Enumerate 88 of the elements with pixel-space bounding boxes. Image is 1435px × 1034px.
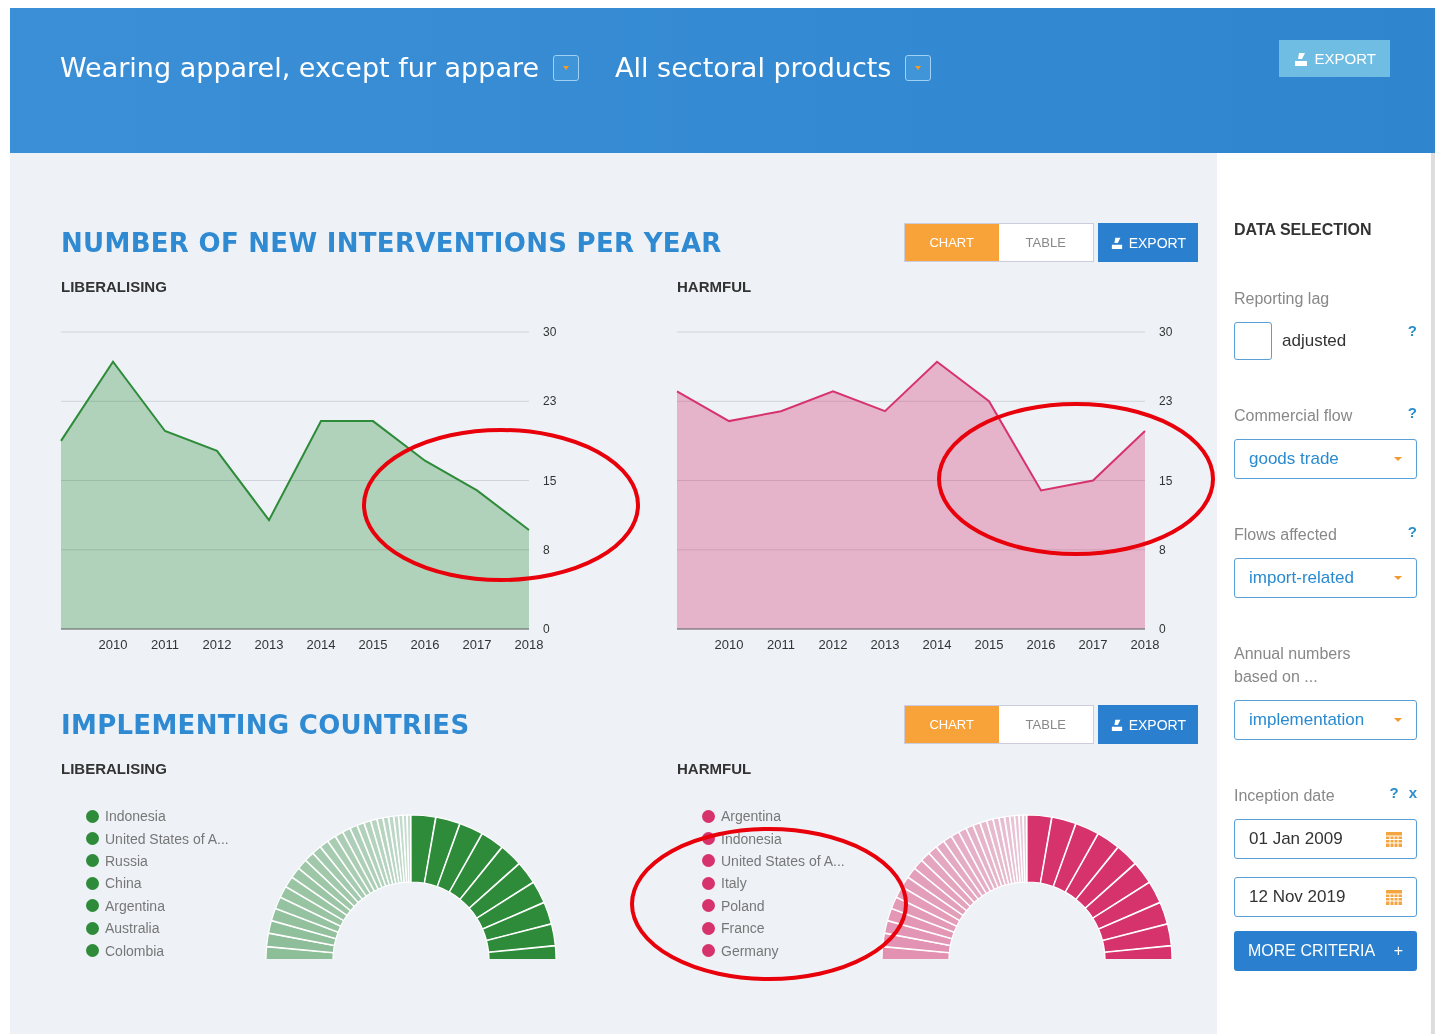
- legend-label: Argentina: [105, 897, 165, 914]
- dropdown-button[interactable]: [905, 54, 932, 81]
- view-toggle-tab[interactable]: TABLE: [998, 224, 1093, 261]
- legend-label: France: [721, 920, 765, 937]
- x-tick-label: 2016: [1026, 637, 1056, 652]
- x-tick-label: 2014: [922, 637, 952, 652]
- caret-icon: [563, 65, 570, 70]
- x-tick-label: 2015: [358, 637, 388, 652]
- select-dropdown[interactable]: import-related: [1234, 558, 1417, 598]
- y-tick-label: 8: [543, 542, 550, 557]
- section-title: NUMBER OF NEW INTERVENTIONS PER YEAR: [61, 227, 722, 258]
- legend-label: Colombia: [105, 942, 165, 959]
- x-tick-label: 2018: [514, 637, 544, 652]
- clear-link[interactable]: x: [1408, 784, 1417, 807]
- legend-label: Argentina: [721, 808, 781, 825]
- legend-label: Australia: [105, 920, 160, 937]
- date-field[interactable]: 01 Jan 2009: [1234, 819, 1417, 859]
- dropdown-button[interactable]: [553, 54, 580, 81]
- export-button[interactable]: EXPORT: [1097, 223, 1198, 262]
- x-tick-label: 2018: [1130, 637, 1160, 652]
- filter-label: Annual numbers based on ...: [1234, 644, 1352, 687]
- y-tick-label: 30: [543, 325, 557, 339]
- help-link[interactable]: ?: [1407, 523, 1417, 546]
- y-tick-label: 30: [1159, 325, 1173, 339]
- legend-label: Germany: [721, 942, 779, 959]
- x-tick-label: 2011: [151, 637, 179, 652]
- view-toggle-tab[interactable]: TABLE: [998, 706, 1093, 743]
- more-criteria-button[interactable]: MORE CRITERIA +: [1234, 931, 1417, 971]
- view-toggle-tab[interactable]: CHART: [904, 224, 999, 261]
- y-tick-label: 0: [543, 622, 550, 636]
- export-icon: [1292, 51, 1309, 66]
- panel-heading: LIBERALISING: [61, 760, 168, 777]
- legend-label: China: [105, 875, 142, 892]
- export-icon: [1109, 236, 1124, 249]
- select-dropdown[interactable]: implementation: [1234, 700, 1417, 740]
- caret-icon: [915, 65, 922, 70]
- caret-icon: [1394, 718, 1402, 722]
- x-tick-label: 2011: [767, 637, 795, 652]
- help-link[interactable]: ?: [1389, 784, 1399, 807]
- x-tick-label: 2014: [306, 637, 336, 652]
- help-link[interactable]: ?: [1407, 404, 1417, 427]
- panel-heading: HARMFUL: [677, 278, 753, 295]
- help-link[interactable]: ?: [1407, 322, 1417, 339]
- x-tick-label: 2012: [818, 637, 848, 652]
- legend-label: Indonesia: [105, 808, 166, 825]
- export-icon: [1109, 718, 1124, 731]
- selector-value: Wearing apparel, except fur appare: [60, 52, 540, 83]
- x-tick-label: 2015: [974, 637, 1004, 652]
- checkbox-label: adjusted: [1282, 331, 1348, 351]
- x-tick-label: 2013: [870, 637, 900, 652]
- calendar-icon: [1386, 831, 1402, 847]
- y-tick-label: 8: [1159, 542, 1166, 557]
- x-tick-label: 2010: [98, 637, 128, 652]
- legend-label: Russia: [105, 852, 148, 869]
- filter-label: Reporting lag: [1234, 289, 1331, 309]
- select-dropdown[interactable]: goods trade: [1234, 439, 1417, 479]
- export-button[interactable]: EXPORT: [1097, 705, 1198, 744]
- caret-icon: [1394, 457, 1402, 461]
- checkbox[interactable]: [1234, 322, 1272, 360]
- x-tick-label: 2013: [254, 637, 284, 652]
- caret-icon: [1394, 576, 1402, 580]
- x-tick-label: 2010: [714, 637, 744, 652]
- sidebar-title: DATA SELECTION: [1234, 221, 1373, 239]
- x-tick-label: 2017: [462, 637, 492, 652]
- selector-value: All sectoral products: [615, 52, 892, 83]
- y-tick-label: 0: [1159, 622, 1166, 636]
- x-tick-label: 2012: [202, 637, 232, 652]
- date-field[interactable]: 12 Nov 2019: [1234, 877, 1417, 917]
- section-title: IMPLEMENTING COUNTRIES: [61, 709, 470, 740]
- panel-heading: HARMFUL: [677, 760, 753, 777]
- panel-heading: LIBERALISING: [61, 278, 168, 295]
- filter-label: Commercial flow: [1234, 406, 1354, 426]
- filter-label: Inception date: [1234, 786, 1336, 806]
- y-tick-label: 15: [1159, 473, 1173, 488]
- export-button[interactable]: EXPORT: [1278, 40, 1390, 77]
- y-tick-label: 23: [1159, 394, 1173, 409]
- legend-label: Poland: [721, 897, 765, 914]
- y-tick-label: 23: [543, 394, 557, 409]
- y-tick-label: 15: [543, 473, 557, 488]
- x-tick-label: 2016: [410, 637, 440, 652]
- view-toggle-tab[interactable]: CHART: [904, 706, 999, 743]
- legend-label: United States of A...: [721, 852, 845, 869]
- x-tick-label: 2017: [1078, 637, 1108, 652]
- calendar-icon: [1386, 889, 1402, 905]
- legend-label: Italy: [721, 875, 747, 892]
- legend-label: United States of A...: [105, 830, 229, 847]
- filter-label: Flows affected: [1234, 525, 1338, 545]
- legend-label: Indonesia: [721, 830, 782, 847]
